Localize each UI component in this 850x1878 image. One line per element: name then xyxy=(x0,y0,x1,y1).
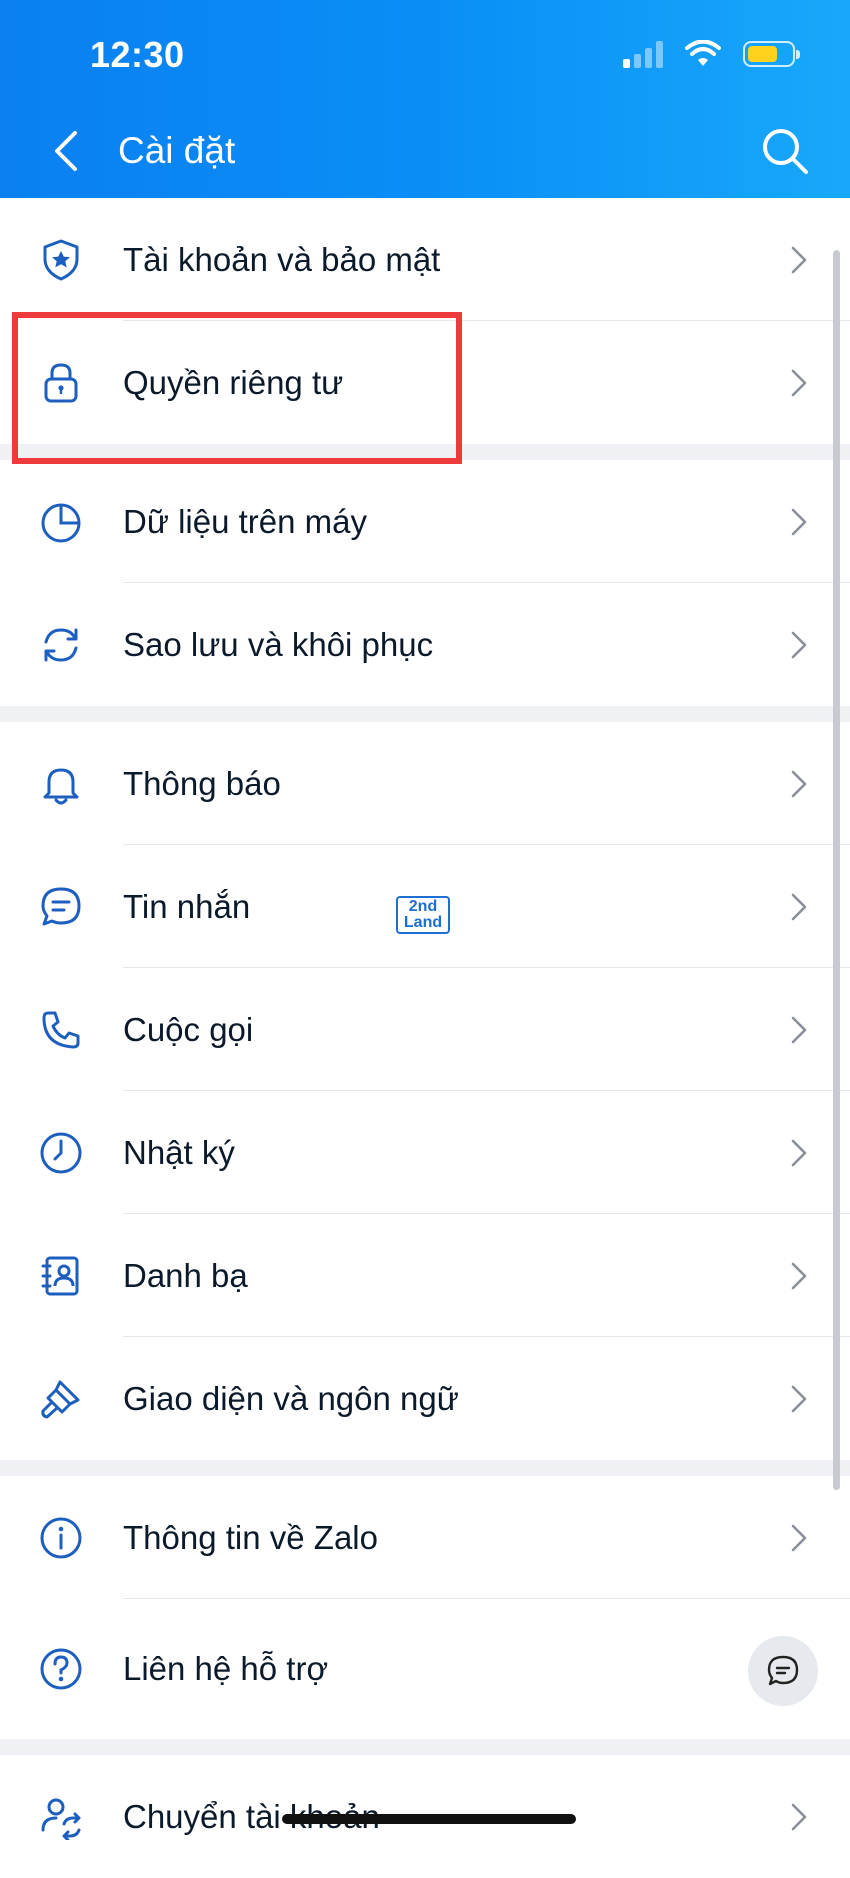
wifi-icon xyxy=(685,40,721,66)
settings-item-appearance-language[interactable]: Giao diện và ngôn ngữ xyxy=(0,1337,850,1460)
clock-icon xyxy=(36,1128,86,1178)
pie-chart-icon xyxy=(36,497,86,547)
signal-icon xyxy=(623,40,663,68)
phone-icon xyxy=(36,1005,86,1055)
chevron-left-icon xyxy=(55,131,77,171)
page-title: Cài đặt xyxy=(118,130,236,171)
settings-item-contacts[interactable]: Danh bạ xyxy=(0,1214,850,1337)
chevron-right-icon xyxy=(791,1016,807,1043)
settings-item-label: Nhật ký xyxy=(123,1133,235,1171)
switch-account-icon xyxy=(36,1792,86,1842)
settings-item-label: Tài khoản và bảo mật xyxy=(123,240,441,278)
chevron-right-icon xyxy=(791,1262,807,1289)
settings-item-notifications[interactable]: Thông báo xyxy=(0,722,850,845)
settings-item-label: Dữ liệu trên máy xyxy=(123,502,368,540)
back-button[interactable] xyxy=(46,128,86,174)
settings-item-label: Danh bạ xyxy=(123,1256,248,1294)
settings-item-contact-support[interactable]: Liên hệ hỗ trợ xyxy=(0,1599,850,1739)
chevron-right-icon xyxy=(791,1803,807,1830)
chat-icon xyxy=(767,1655,799,1686)
chevron-right-icon xyxy=(791,631,807,658)
chevron-right-icon xyxy=(791,770,807,797)
settings-item-account-security[interactable]: Tài khoản và bảo mật xyxy=(0,198,850,321)
watermark-logo: 2nd Land xyxy=(396,896,450,934)
settings-list: Tài khoản và bảo mật Quyền riêng tư Dữ l… xyxy=(0,198,850,1878)
app-header: 12:30 Cài đặt xyxy=(0,0,850,198)
chevron-right-icon xyxy=(791,893,807,920)
chevron-right-icon xyxy=(791,1524,807,1551)
info-icon xyxy=(36,1513,86,1563)
lock-icon xyxy=(36,358,86,408)
chevron-right-icon xyxy=(791,1385,807,1412)
settings-group: Thông tin về Zalo Liên hệ hỗ trợ xyxy=(0,1476,850,1739)
chevron-right-icon xyxy=(791,369,807,396)
chevron-right-icon xyxy=(791,508,807,535)
settings-item-label: Quyền riêng tư xyxy=(123,363,344,401)
settings-item-timeline[interactable]: Nhật ký xyxy=(0,1091,850,1214)
settings-item-label: Thông báo xyxy=(123,764,281,802)
sync-icon xyxy=(36,620,86,670)
settings-item-label: Liên hệ hỗ trợ xyxy=(123,1650,329,1687)
chevron-right-icon xyxy=(791,1139,807,1166)
section-gap xyxy=(0,706,850,722)
bell-icon xyxy=(36,759,86,809)
search-icon xyxy=(763,129,808,174)
settings-item-about-zalo[interactable]: Thông tin về Zalo xyxy=(0,1476,850,1599)
settings-group: Dữ liệu trên máy Sao lưu và khôi phục xyxy=(0,460,850,706)
paint-brush-icon xyxy=(36,1374,86,1424)
status-time: 12:30 xyxy=(90,34,185,75)
settings-item-label: Sao lưu và khôi phục xyxy=(123,625,434,663)
settings-item-calls[interactable]: Cuộc gọi xyxy=(0,968,850,1091)
chevron-right-icon xyxy=(791,246,807,273)
search-button[interactable] xyxy=(760,126,810,176)
settings-item-backup-restore[interactable]: Sao lưu và khôi phục xyxy=(0,583,850,706)
settings-group: Thông báo Tin nhắn Cuộc gọi Nhật ký Danh… xyxy=(0,722,850,1460)
settings-item-label: Tin nhắn xyxy=(123,887,251,925)
support-chat-button[interactable] xyxy=(748,1636,818,1706)
scrollbar[interactable] xyxy=(833,250,840,1490)
chat-bubble-icon xyxy=(36,882,86,932)
settings-item-label: Giao diện và ngôn ngữ xyxy=(123,1379,459,1417)
section-gap xyxy=(0,1460,850,1476)
settings-item-label: Thông tin về Zalo xyxy=(123,1518,378,1556)
settings-group: Tài khoản và bảo mật Quyền riêng tư xyxy=(0,198,850,444)
settings-item-label: Cuộc gọi xyxy=(123,1010,254,1048)
help-icon xyxy=(36,1644,86,1694)
settings-item-privacy[interactable]: Quyền riêng tư xyxy=(0,321,850,444)
status-icons xyxy=(623,40,800,68)
settings-item-local-data[interactable]: Dữ liệu trên máy xyxy=(0,460,850,583)
section-gap xyxy=(0,1739,850,1755)
shield-star-icon xyxy=(36,235,86,285)
battery-icon xyxy=(743,41,800,67)
section-gap xyxy=(0,444,850,460)
contact-book-icon xyxy=(36,1251,86,1301)
home-indicator xyxy=(282,1814,576,1824)
